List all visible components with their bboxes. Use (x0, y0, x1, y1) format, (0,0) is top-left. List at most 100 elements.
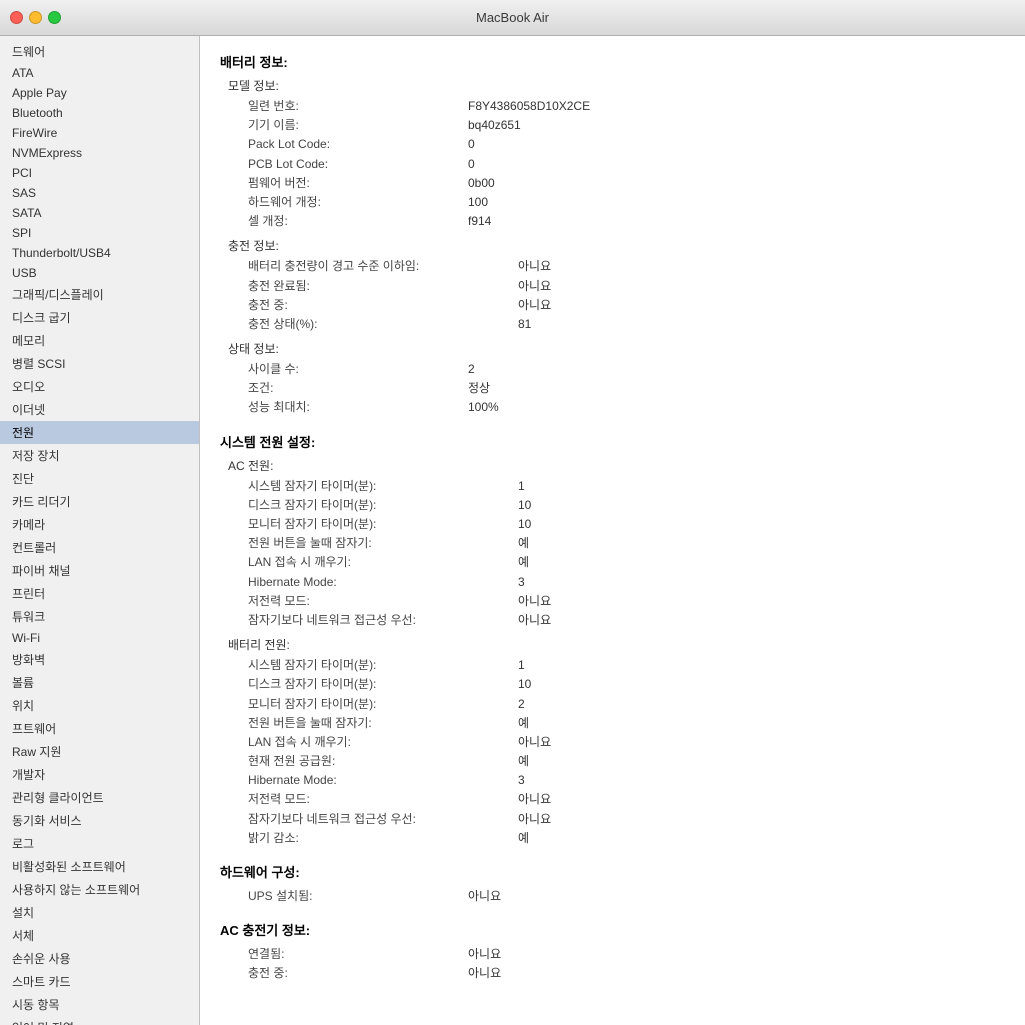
sidebar-item-드웨어[interactable]: 드웨어 (0, 40, 199, 63)
row-value: 1 (518, 477, 525, 496)
row-value: 10 (518, 675, 531, 694)
row-label: Pack Lot Code: (248, 135, 468, 154)
sidebar-item-프린터[interactable]: 프린터 (0, 582, 199, 605)
battery-power-subtitle: 배터리 전원: (228, 636, 1005, 653)
sidebar-item-관리형-클라이언트[interactable]: 관리형 클라이언트 (0, 786, 199, 809)
row-value: 2 (468, 360, 475, 379)
ups-table: UPS 설치됨: 아니요 (248, 887, 1005, 906)
sidebar-item-사용하지-않는-소프트웨어[interactable]: 사용하지 않는 소프트웨어 (0, 878, 199, 901)
sidebar-item-볼륨[interactable]: 볼륨 (0, 671, 199, 694)
sidebar-item-디스크-굽기[interactable]: 디스크 굽기 (0, 306, 199, 329)
sidebar-item-ATA[interactable]: ATA (0, 63, 199, 83)
row-label: 충전 완료됨: (248, 277, 518, 296)
table-row: 현재 전원 공급원:예 (248, 752, 1005, 771)
sidebar-item-시동-항목[interactable]: 시동 항목 (0, 993, 199, 1016)
sidebar-item-로그[interactable]: 로그 (0, 832, 199, 855)
sidebar-item-SAS[interactable]: SAS (0, 183, 199, 203)
sidebar-item-이더넷[interactable]: 이더넷 (0, 398, 199, 421)
row-label: Hibernate Mode: (248, 771, 518, 790)
charging-info-block: 충전 정보: 배터리 충전량이 경고 수준 이하임:아니요충전 완료됨:아니요충… (228, 237, 1005, 334)
row-value: 0 (468, 155, 475, 174)
table-row: 전원 버튼을 눌때 잠자기:예 (248, 714, 1005, 733)
sidebar-item-튜워크[interactable]: 튜워크 (0, 605, 199, 628)
table-row: Hibernate Mode:3 (248, 573, 1005, 592)
row-label: 충전 중: (248, 296, 518, 315)
sidebar-item-위치[interactable]: 위치 (0, 694, 199, 717)
sidebar-item-Thunderbolt/USB4[interactable]: Thunderbolt/USB4 (0, 243, 199, 263)
sidebar-item-카메라[interactable]: 카메라 (0, 513, 199, 536)
sidebar-item-SATA[interactable]: SATA (0, 203, 199, 223)
table-row: 저전력 모드:아니요 (248, 790, 1005, 809)
sidebar-item-SPI[interactable]: SPI (0, 223, 199, 243)
row-label: LAN 접속 시 깨우기: (248, 733, 518, 752)
sidebar-item-NVMExpress[interactable]: NVMExpress (0, 143, 199, 163)
sidebar-item-전원[interactable]: 전원 (0, 421, 199, 444)
table-row: 기기 이름:bq40z651 (248, 116, 1005, 135)
table-row: 배터리 충전량이 경고 수준 이하임:아니요 (248, 257, 1005, 276)
sidebar-item-Bluetooth[interactable]: Bluetooth (0, 103, 199, 123)
table-row: 시스템 잠자기 타이머(분):1 (248, 656, 1005, 675)
row-label: 잠자기보다 네트워크 접근성 우선: (248, 611, 518, 630)
sidebar-item-언어-및-지역[interactable]: 언어 및 지역 (0, 1016, 199, 1025)
row-value: 예 (518, 714, 529, 733)
sidebar-item-PCI[interactable]: PCI (0, 163, 199, 183)
table-row: 전원 버튼을 눌때 잠자기:예 (248, 534, 1005, 553)
model-info-block: 모델 정보: 일련 번호:F8Y4386058D10X2CE기기 이름:bq40… (228, 77, 1005, 231)
sidebar: 드웨어ATAApple PayBluetoothFireWireNVMExpre… (0, 36, 200, 1025)
table-row: 셀 개정:f914 (248, 212, 1005, 231)
sidebar-item-USB[interactable]: USB (0, 263, 199, 283)
sidebar-item-개발자[interactable]: 개발자 (0, 763, 199, 786)
sidebar-item-Raw-지원[interactable]: Raw 지원 (0, 740, 199, 763)
sidebar-item-카드-리더기[interactable]: 카드 리더기 (0, 490, 199, 513)
row-label: 일련 번호: (248, 97, 468, 116)
status-info-table: 사이클 수:2조건:정상성능 최대치:100% (248, 360, 1005, 418)
sidebar-item-그래픽/디스플레이[interactable]: 그래픽/디스플레이 (0, 283, 199, 306)
minimize-button[interactable] (29, 11, 42, 24)
power-settings-title: 시스템 전원 설정: (220, 432, 1005, 451)
ac-charger-table: 연결됨:아니요충전 중:아니요 (248, 945, 1005, 983)
ac-charger-title: AC 충전기 정보: (220, 920, 1005, 939)
row-value: 3 (518, 573, 525, 592)
row-value: F8Y4386058D10X2CE (468, 97, 590, 116)
sidebar-item-파이버-채널[interactable]: 파이버 채널 (0, 559, 199, 582)
model-info-subtitle: 모델 정보: (228, 77, 1005, 94)
close-button[interactable] (10, 11, 23, 24)
sidebar-item-스마트-카드[interactable]: 스마트 카드 (0, 970, 199, 993)
table-row: 성능 최대치:100% (248, 398, 1005, 417)
row-value: 아니요 (518, 733, 551, 752)
ups-label: UPS 설치됨: (248, 887, 468, 906)
row-label: 잠자기보다 네트워크 접근성 우선: (248, 810, 518, 829)
table-row: 충전 중:아니요 (248, 296, 1005, 315)
row-value: 예 (518, 752, 529, 771)
sidebar-item-메모리[interactable]: 메모리 (0, 329, 199, 352)
maximize-button[interactable] (48, 11, 61, 24)
row-label: 충전 중: (248, 964, 468, 983)
sidebar-item-진단[interactable]: 진단 (0, 467, 199, 490)
table-row: 충전 중:아니요 (248, 964, 1005, 983)
row-label: 모니터 잠자기 타이머(분): (248, 515, 518, 534)
table-row: 연결됨:아니요 (248, 945, 1005, 964)
table-row: 저전력 모드:아니요 (248, 592, 1005, 611)
sidebar-item-저장-장치[interactable]: 저장 장치 (0, 444, 199, 467)
battery-info-title: 배터리 정보: (220, 52, 1005, 71)
sidebar-item-손쉬운-사용[interactable]: 손쉬운 사용 (0, 947, 199, 970)
sidebar-item-동기화-서비스[interactable]: 동기화 서비스 (0, 809, 199, 832)
sidebar-item-Apple-Pay[interactable]: Apple Pay (0, 83, 199, 103)
table-row: 충전 완료됨:아니요 (248, 277, 1005, 296)
row-value: 3 (518, 771, 525, 790)
sidebar-item-설치[interactable]: 설치 (0, 901, 199, 924)
sidebar-item-FireWire[interactable]: FireWire (0, 123, 199, 143)
row-label: 저전력 모드: (248, 592, 518, 611)
sidebar-item-서체[interactable]: 서체 (0, 924, 199, 947)
row-value: 100 (468, 193, 488, 212)
sidebar-item-컨트롤러[interactable]: 컨트롤러 (0, 536, 199, 559)
sidebar-item-비활성화된-소프트웨어[interactable]: 비활성화된 소프트웨어 (0, 855, 199, 878)
sidebar-item-병렬-SCSI[interactable]: 병렬 SCSI (0, 352, 199, 375)
sidebar-item-오디오[interactable]: 오디오 (0, 375, 199, 398)
row-value: 100% (468, 398, 499, 417)
sidebar-item-방화벽[interactable]: 방화벽 (0, 648, 199, 671)
sidebar-item-프트웨어[interactable]: 프트웨어 (0, 717, 199, 740)
row-label: Hibernate Mode: (248, 573, 518, 592)
sidebar-item-Wi-Fi[interactable]: Wi-Fi (0, 628, 199, 648)
table-row: Hibernate Mode:3 (248, 771, 1005, 790)
